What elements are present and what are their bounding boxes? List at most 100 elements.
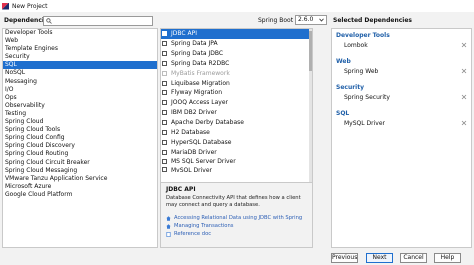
selected-group-web: Web: [336, 58, 351, 65]
description-link[interactable]: Managing Transactions: [166, 222, 307, 230]
chevron-down-icon: [319, 18, 324, 22]
intellij-app-icon: [2, 2, 9, 10]
dependency-checkbox[interactable]: [162, 70, 167, 76]
dependency-checkbox[interactable]: [162, 80, 167, 86]
dependency-item-apache-derby-database[interactable]: Apache Derby Database: [161, 118, 312, 128]
category-item-i-o[interactable]: I/O: [3, 86, 157, 94]
dependency-label: MySQL Driver: [171, 166, 212, 172]
dependency-item-spring-data-jpa[interactable]: Spring Data JPA: [161, 39, 312, 49]
selected-item-spring-web: Spring Web: [344, 67, 379, 75]
help-button[interactable]: Help: [434, 253, 461, 263]
category-item-microsoft-azure[interactable]: Microsoft Azure: [3, 183, 157, 191]
dialog-buttons: Previous Next Cancel Help: [0, 249, 474, 265]
dependency-label: JDBC API: [171, 30, 197, 38]
house-icon: [166, 223, 171, 229]
selected-dependencies-list: Developer Tools Lombok Web Spring Web Securi…: [331, 28, 472, 248]
dependency-label: MariaDB Driver: [171, 148, 217, 156]
search-icon: [46, 18, 52, 24]
category-item-testing[interactable]: Testing: [3, 110, 157, 118]
remove-icon[interactable]: [461, 94, 467, 100]
category-item-web[interactable]: Web: [3, 37, 157, 45]
category-item-developer-tools[interactable]: Developer Tools: [3, 29, 157, 37]
dependency-item-spring-data-jdbc[interactable]: Spring Data JDBC: [161, 49, 312, 59]
dependency-label: Apache Derby Database: [171, 119, 244, 127]
category-item-messaging[interactable]: Messaging: [3, 78, 157, 86]
dependency-checkbox[interactable]: [162, 166, 167, 172]
dependency-checkbox[interactable]: [162, 129, 167, 135]
dependency-label: JOOQ Access Layer: [171, 99, 229, 107]
next-button[interactable]: Next: [366, 253, 393, 263]
dependency-checkbox[interactable]: [162, 110, 167, 116]
category-item-observability[interactable]: Observability: [3, 102, 157, 110]
category-item-spring-cloud[interactable]: Spring Cloud: [3, 118, 157, 126]
category-item-security[interactable]: Security: [3, 53, 157, 61]
dependency-checkbox[interactable]: [162, 139, 167, 145]
category-item-sql[interactable]: SQL: [3, 61, 157, 70]
dependency-item-liquibase-migration[interactable]: Liquibase Migration: [161, 78, 312, 88]
dependency-item-mariadb-driver[interactable]: MariaDB Driver: [161, 147, 312, 157]
previous-button[interactable]: Previous: [331, 253, 358, 263]
description-link-label: Managing Transactions: [174, 223, 234, 230]
dependency-checkbox[interactable]: [162, 60, 167, 66]
dependency-checkbox[interactable]: [162, 51, 167, 57]
dependency-list-scrollbar[interactable]: [309, 29, 312, 182]
selected-group-sql: SQL: [336, 110, 350, 117]
dependency-item-mybatis-framework[interactable]: MyBatis Framework: [161, 68, 312, 78]
category-item-spring-cloud-tools[interactable]: Spring Cloud Tools: [3, 126, 157, 134]
category-item-spring-cloud-config[interactable]: Spring Cloud Config: [3, 134, 157, 142]
description-link-label: Reference doc: [174, 231, 212, 238]
category-item-spring-cloud-discovery[interactable]: Spring Cloud Discovery: [3, 142, 157, 150]
spring-boot-label: Spring Boot: [258, 17, 294, 24]
remove-icon[interactable]: [461, 68, 467, 74]
dependency-item-mysql-driver[interactable]: MySQL Driver: [161, 166, 312, 172]
selected-item-mysql-driver: MySQL Driver: [344, 119, 385, 127]
cancel-button[interactable]: Cancel: [400, 253, 427, 263]
category-item-spring-cloud-circuit-breaker[interactable]: Spring Cloud Circuit Breaker: [3, 159, 157, 167]
spring-boot-version-select[interactable]: 2.6.0: [295, 15, 327, 25]
dependency-checkbox[interactable]: [162, 41, 167, 47]
selected-item-lombok: Lombok: [344, 41, 368, 49]
dependency-label: MyBatis Framework: [171, 69, 230, 77]
description-link-label: Accessing Relational Data using JDBC wit…: [174, 215, 303, 222]
description-title: JDBC API: [166, 186, 196, 193]
dependency-label: Flyway Migration: [171, 89, 222, 97]
selected-dependencies-label: Selected Dependencies: [333, 17, 412, 24]
dependency-item-jooq-access-layer[interactable]: JOOQ Access Layer: [161, 98, 312, 108]
category-item-google-cloud-platform[interactable]: Google Cloud Platform: [3, 191, 157, 199]
category-item-nosql[interactable]: NoSQL: [3, 69, 157, 77]
dependency-checkbox[interactable]: [162, 90, 167, 96]
selected-group-security: Security: [336, 84, 365, 91]
description-link[interactable]: Reference doc: [166, 230, 307, 238]
dependency-checkbox[interactable]: [162, 31, 167, 37]
remove-icon[interactable]: [461, 42, 467, 48]
dependency-checkbox[interactable]: [162, 149, 167, 155]
category-item-template-engines[interactable]: Template Engines: [3, 45, 157, 53]
dependency-checkbox[interactable]: [162, 159, 167, 165]
category-list: Developer Tools Web Template Engines Securi…: [2, 28, 158, 248]
dependency-checkbox[interactable]: [162, 100, 167, 106]
scrollbar-thumb[interactable]: [309, 31, 312, 71]
top-controls: Dependencies Spring Boot 2.6.0 Selected …: [0, 13, 474, 28]
dependency-item-hypersql-database[interactable]: HyperSQL Database: [161, 137, 312, 147]
dependency-label: HyperSQL Database: [171, 138, 232, 146]
dependency-item-flyway-migration[interactable]: Flyway Migration: [161, 88, 312, 98]
dependency-item-ms-sql-server-driver[interactable]: MS SQL Server Driver: [161, 157, 312, 167]
description-text: Database Connectivity API that defines h…: [166, 195, 301, 208]
category-item-vmware-tanzu-application-service[interactable]: VMware Tanzu Application Service: [3, 175, 157, 183]
description-link[interactable]: Accessing Relational Data using JDBC wit…: [166, 214, 307, 222]
dependency-item-jdbc-api[interactable]: JDBC API: [161, 29, 312, 39]
dependency-checkbox[interactable]: [162, 120, 167, 126]
dependency-items: JDBC API Spring Data JPA Spring Data JDBC S…: [161, 29, 312, 172]
window-title: New Project: [12, 2, 48, 10]
category-item-spring-cloud-routing[interactable]: Spring Cloud Routing: [3, 150, 157, 158]
remove-icon[interactable]: [461, 120, 467, 126]
category-item-ops[interactable]: Ops: [3, 94, 157, 102]
dependency-label: IBM DB2 Driver: [171, 109, 217, 117]
dependency-item-h2-database[interactable]: H2 Database: [161, 127, 312, 137]
category-item-spring-cloud-messaging[interactable]: Spring Cloud Messaging: [3, 167, 157, 175]
dependency-item-spring-data-r2dbc[interactable]: Spring Data R2DBC: [161, 59, 312, 69]
dependency-item-ibm-db2-driver[interactable]: IBM DB2 Driver: [161, 108, 312, 118]
dependency-label: H2 Database: [171, 128, 210, 136]
dependency-search-input[interactable]: [43, 16, 153, 26]
dependency-label: MS SQL Server Driver: [171, 158, 236, 166]
